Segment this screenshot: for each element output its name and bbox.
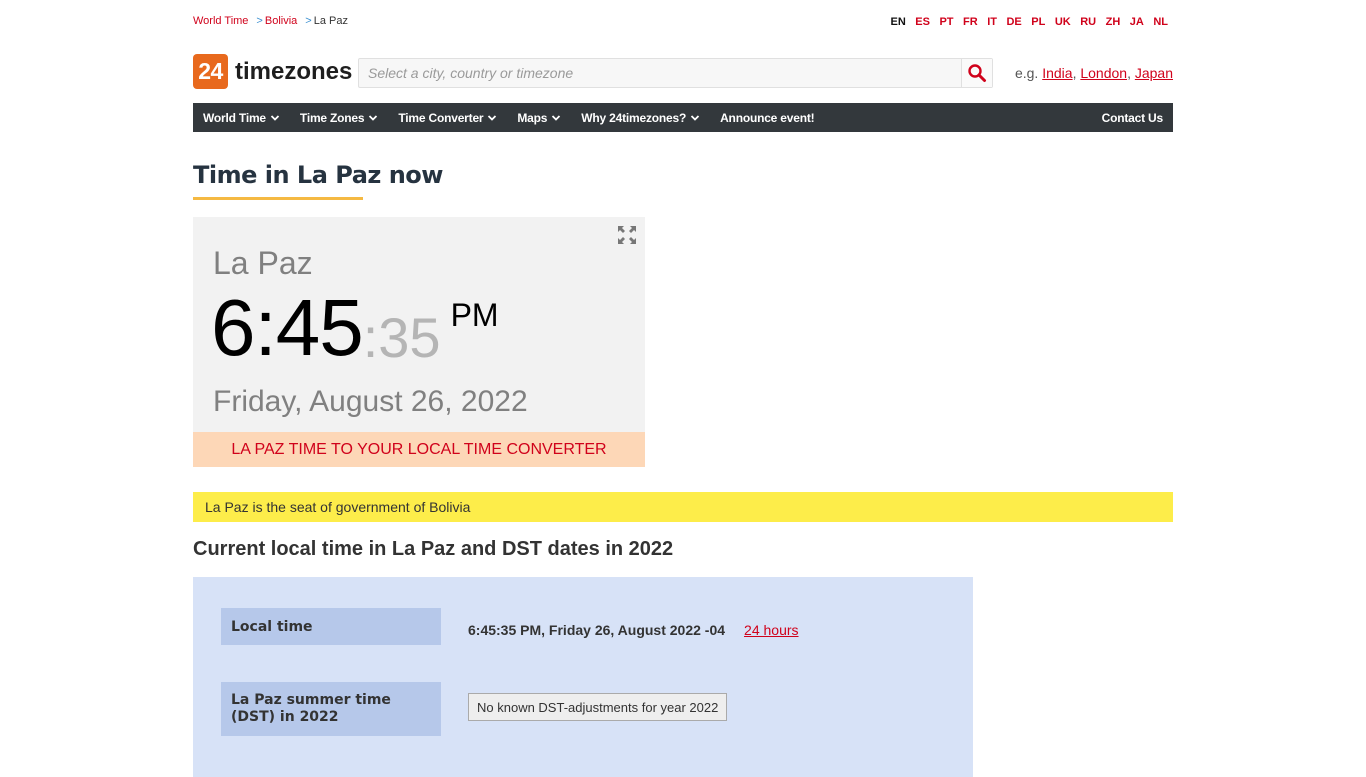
nav-announce-event[interactable]: Announce event!: [710, 103, 824, 132]
chevron-down-icon: [552, 114, 561, 121]
nav-time-converter[interactable]: Time Converter: [388, 103, 507, 132]
main-nav: World Time Time Zones Time Converter Map…: [193, 103, 1173, 132]
clock-widget: La Paz 6:45 :35 PM Friday, August 26, 20…: [193, 217, 645, 467]
lang-en[interactable]: EN: [890, 16, 905, 28]
info-banner: La Paz is the seat of government of Boli…: [193, 492, 1173, 522]
logo-text: timezones: [235, 57, 353, 85]
breadcrumb-world-time[interactable]: World Time: [193, 15, 248, 27]
search-bar: [358, 58, 993, 88]
lang-zh[interactable]: ZH: [1106, 16, 1121, 28]
chevron-down-icon: [270, 114, 280, 121]
local-time-value-row: 6:45:35 PM, Friday 26, August 2022 -04 2…: [468, 622, 799, 638]
clock-seconds: :35: [362, 306, 441, 369]
clock-hours-minutes: 6:45: [211, 283, 364, 372]
lang-ru[interactable]: RU: [1080, 16, 1096, 28]
lang-uk[interactable]: UK: [1055, 16, 1071, 28]
nav-label: Maps: [517, 110, 548, 125]
lang-pt[interactable]: PT: [939, 16, 953, 28]
example-link-japan[interactable]: Japan: [1135, 65, 1173, 81]
nav-label: Announce event!: [720, 110, 815, 125]
nav-contact-us[interactable]: Contact Us: [1092, 103, 1173, 132]
breadcrumb-current: La Paz: [313, 15, 348, 27]
nav-maps[interactable]: Maps: [507, 103, 571, 132]
nav-label: Time Converter: [398, 110, 484, 125]
clock-date: Friday, August 26, 2022: [213, 385, 528, 418]
local-time-label: Local time: [221, 608, 441, 645]
search-examples: e.g. India, London, Japan: [1014, 65, 1173, 81]
nav-label: World Time: [203, 110, 266, 125]
clock-ampm: PM: [450, 297, 499, 333]
example-link-india[interactable]: India: [1042, 65, 1072, 81]
search-input[interactable]: [359, 59, 961, 87]
lang-ja[interactable]: JA: [1130, 16, 1144, 28]
nav-label: Why 24timezones?: [581, 110, 687, 125]
nav-why-24timezones[interactable]: Why 24timezones?: [571, 103, 710, 132]
logo-icon: 24: [193, 54, 228, 89]
dst-label: La Paz summer time (DST) in 2022: [221, 682, 441, 736]
page-title: Time in La Paz now: [193, 161, 443, 189]
chevron-right-icon: >: [305, 15, 312, 27]
nav-label: Time Zones: [299, 110, 365, 125]
dst-panel: Local time 6:45:35 PM, Friday 26, August…: [193, 577, 973, 777]
breadcrumb-bolivia[interactable]: Bolivia: [265, 15, 297, 27]
search-icon: [968, 64, 986, 82]
lang-de[interactable]: DE: [1006, 16, 1021, 28]
example-link-london[interactable]: London: [1080, 65, 1127, 81]
24-hours-link[interactable]: 24 hours: [744, 622, 798, 638]
chevron-right-icon: >: [256, 15, 263, 27]
lang-nl[interactable]: NL: [1153, 16, 1168, 28]
nav-time-zones[interactable]: Time Zones: [290, 103, 388, 132]
search-button[interactable]: [961, 59, 992, 87]
lang-fr[interactable]: FR: [963, 16, 978, 28]
examples-prefix: e.g.: [1014, 65, 1039, 81]
language-selector: EN ES PT FR IT DE PL UK RU ZH JA NL: [881, 16, 1168, 28]
time-converter-link[interactable]: LA PAZ TIME TO YOUR LOCAL TIME CONVERTER: [193, 432, 645, 467]
fullscreen-icon[interactable]: [617, 225, 637, 245]
chevron-down-icon: [690, 114, 700, 121]
clock-time: 6:45 :35 PM: [211, 283, 499, 373]
clock-city: La Paz: [213, 245, 313, 281]
lang-pl[interactable]: PL: [1031, 16, 1045, 28]
chevron-down-icon: [369, 114, 378, 121]
lang-it[interactable]: IT: [987, 16, 997, 28]
breadcrumb: World Time > Bolivia > La Paz: [193, 15, 348, 27]
lang-es[interactable]: ES: [915, 16, 930, 28]
title-underline: [193, 197, 363, 200]
local-time-value: 6:45:35 PM, Friday 26, August 2022 -04: [468, 622, 726, 638]
site-logo[interactable]: 24 timezones: [193, 54, 352, 89]
dst-section-title: Current local time in La Paz and DST dat…: [193, 538, 674, 560]
chevron-down-icon: [488, 114, 497, 121]
nav-world-time[interactable]: World Time: [193, 103, 290, 132]
dst-value: No known DST-adjustments for year 2022: [468, 693, 728, 721]
